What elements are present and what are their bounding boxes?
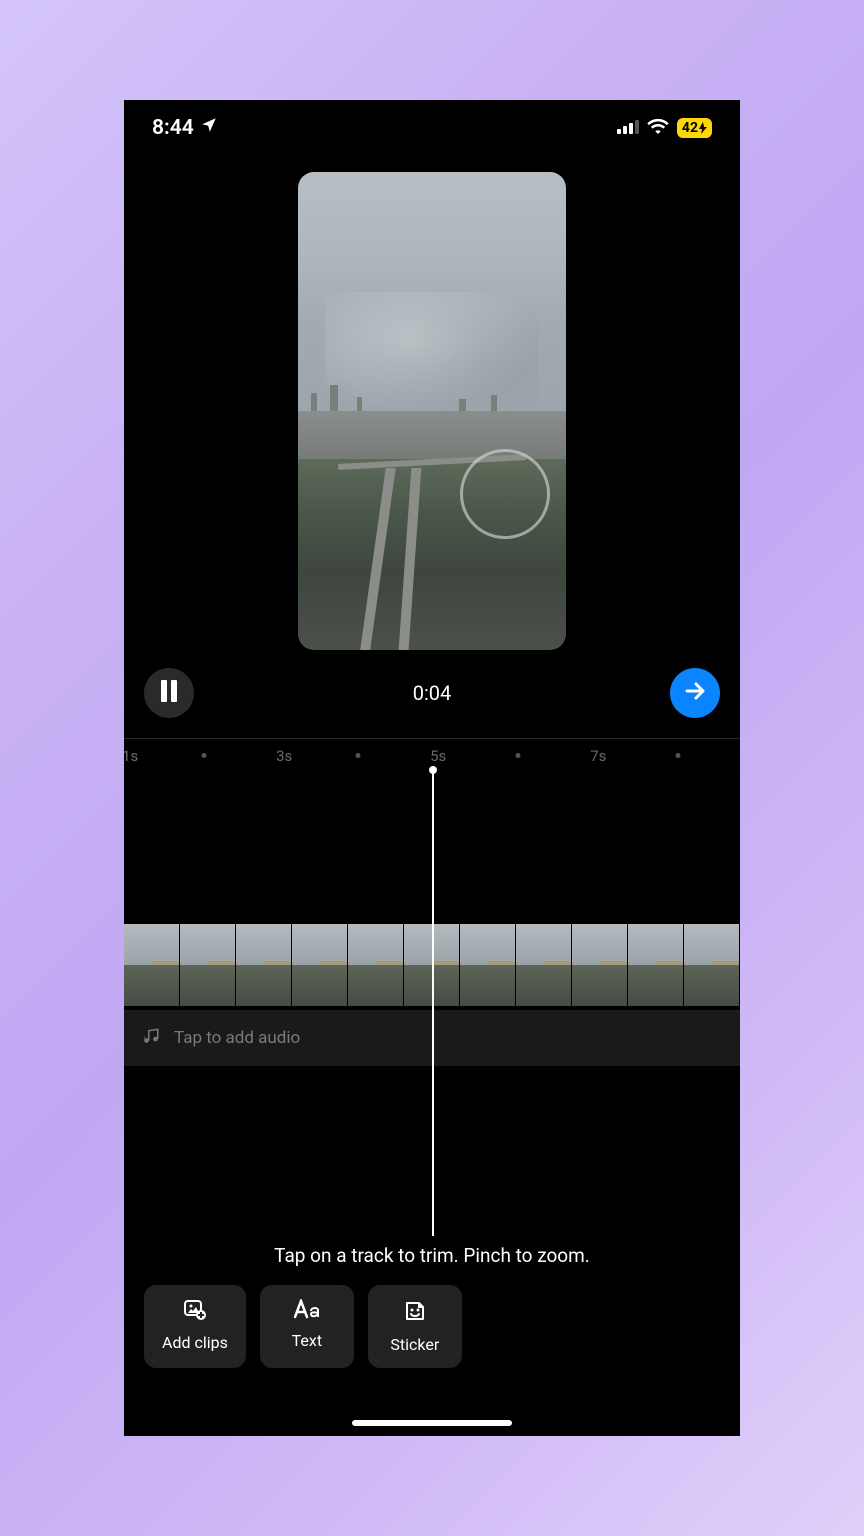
- ruler-mark: 1s: [124, 747, 138, 765]
- tool-label: Text: [292, 1331, 322, 1350]
- add-clips-icon: [183, 1299, 207, 1325]
- ruler-dot: [516, 753, 521, 758]
- location-icon: [200, 116, 218, 140]
- music-note-icon: [142, 1027, 160, 1050]
- signal-icon: [617, 119, 639, 138]
- ruler-mark: 3s: [276, 747, 292, 765]
- video-preview[interactable]: [298, 172, 566, 650]
- ruler-dot: [202, 753, 207, 758]
- thumbnail: [628, 924, 684, 1006]
- thumbnail: [236, 924, 292, 1006]
- thumbnail: [348, 924, 404, 1006]
- tool-label: Add clips: [162, 1333, 228, 1352]
- pause-button[interactable]: [144, 668, 194, 718]
- ruler-mark: 7s: [590, 747, 606, 765]
- playback-time: 0:04: [413, 681, 452, 705]
- wifi-icon: [647, 118, 669, 138]
- thumbnail: [460, 924, 516, 1006]
- audio-placeholder: Tap to add audio: [174, 1028, 300, 1048]
- next-button[interactable]: [670, 668, 720, 718]
- ruler-dot: [356, 753, 361, 758]
- ruler-dot: [676, 753, 681, 758]
- sticker-button[interactable]: Sticker: [368, 1285, 462, 1368]
- playhead[interactable]: [432, 766, 434, 1236]
- hint-text: Tap on a track to trim. Pinch to zoom.: [124, 1236, 740, 1285]
- status-time: 8:44: [152, 116, 194, 140]
- pause-icon: [160, 680, 178, 706]
- text-button[interactable]: Text: [260, 1285, 354, 1368]
- thumbnail: [124, 924, 180, 1006]
- add-clips-button[interactable]: Add clips: [144, 1285, 246, 1368]
- text-icon: [294, 1299, 320, 1323]
- battery-indicator: 42: [677, 118, 712, 138]
- home-indicator[interactable]: [352, 1420, 512, 1426]
- timeline-track-area[interactable]: Tap to add audio: [124, 766, 740, 1236]
- timeline-ruler[interactable]: 1s 3s 5s 7s: [124, 738, 740, 766]
- sticker-icon: [403, 1299, 427, 1327]
- thumbnail: [180, 924, 236, 1006]
- thumbnail: [572, 924, 628, 1006]
- status-bar: 8:44 42: [124, 100, 740, 156]
- ruler-mark: 5s: [430, 747, 446, 765]
- arrow-right-icon: [683, 679, 707, 707]
- thumbnail: [292, 924, 348, 1006]
- thumbnail: [684, 924, 740, 1006]
- thumbnail: [516, 924, 572, 1006]
- tool-label: Sticker: [390, 1335, 439, 1354]
